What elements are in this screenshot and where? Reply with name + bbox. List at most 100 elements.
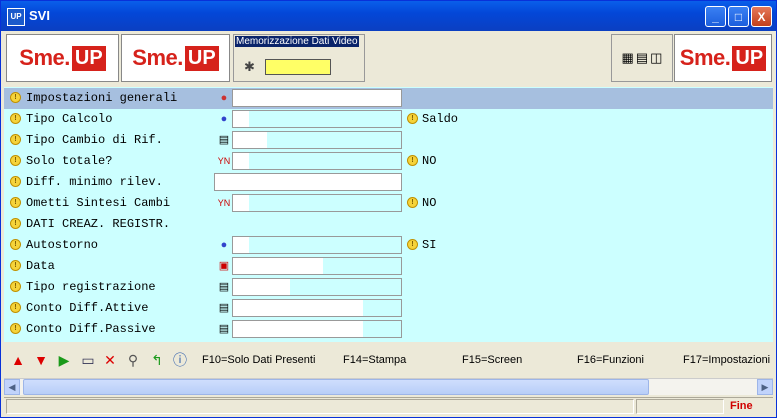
smeup-logo-2[interactable]: Sme. UP: [121, 34, 230, 82]
application-window: UP SVI _ □ X Sme. UP Sme. UP Memorizzazion…: [0, 0, 777, 418]
section-label: DATI CREAZ. REGISTR.: [26, 217, 171, 231]
logo-text-sme: Sme.: [132, 45, 183, 70]
field-label: Impostazioni generali: [26, 91, 178, 105]
info-icon: !: [407, 239, 418, 250]
only-total-field[interactable]: [232, 152, 402, 170]
list-icon[interactable]: ▤: [216, 300, 232, 316]
omit-synthesis-field[interactable]: [232, 194, 402, 212]
info-icon: !: [10, 323, 21, 334]
general-settings-field[interactable]: [232, 89, 402, 107]
field-label: Conto Diff.Passive: [26, 322, 156, 336]
info-icon: !: [10, 176, 21, 187]
multi-select-icon[interactable]: ●: [216, 90, 232, 106]
info-icon: !: [10, 134, 21, 145]
play-icon[interactable]: ▶: [56, 352, 72, 368]
memo-input[interactable]: [265, 59, 331, 75]
command-toolbar: ▲ ▼ ▶ ▭ ✕ ⚲ ↰ ⓘ F10=Solo Dati Presenti F…: [4, 344, 773, 376]
registration-type-field[interactable]: [232, 278, 402, 296]
form-row[interactable]: ! Ometti Sintesi Cambi YN ! NO: [4, 193, 773, 214]
return-icon[interactable]: ↰: [149, 352, 165, 368]
form-row[interactable]: ! Tipo Cambio di Rif. ▤: [4, 130, 773, 151]
arrow-down-icon[interactable]: ▼: [33, 352, 49, 368]
book-icon[interactable]: ◫: [650, 50, 662, 66]
info-icon[interactable]: ⓘ: [172, 352, 188, 368]
form-row[interactable]: ! Data ▣: [4, 256, 773, 277]
fkey-f14[interactable]: F14=Stampa: [343, 354, 406, 366]
form-row[interactable]: ! Conto Diff.Attive ▤: [4, 298, 773, 319]
date-field[interactable]: [232, 257, 402, 275]
info-icon: !: [10, 302, 21, 313]
smeup-logo[interactable]: Sme. UP: [6, 34, 119, 82]
parameters-form: ! Impostazioni generali ● ! Tipo Calcolo…: [4, 87, 773, 342]
info-icon: !: [10, 218, 21, 229]
form-row[interactable]: ! Impostazioni generali ●: [4, 88, 773, 109]
list-icon[interactable]: ▤: [216, 321, 232, 337]
min-diff-field[interactable]: [214, 173, 402, 191]
info-icon: !: [10, 155, 21, 166]
form-row[interactable]: ! Tipo Calcolo ● ! Saldo: [4, 109, 773, 130]
logo-text-sme: Sme.: [679, 45, 731, 70]
horizontal-scrollbar[interactable]: ◀ ▶: [4, 378, 773, 395]
title-bar[interactable]: UP SVI _ □ X: [1, 1, 776, 31]
multi-select-icon[interactable]: ●: [216, 237, 232, 253]
calendar-icon[interactable]: ▣: [216, 258, 232, 274]
info-icon: !: [10, 113, 21, 124]
fkey-f16[interactable]: F16=Funzioni: [577, 354, 644, 366]
app-icon: UP: [7, 8, 25, 26]
form-row[interactable]: ! Tipo registrazione ▤: [4, 277, 773, 298]
fkey-f17[interactable]: F17=Impostazioni: [683, 354, 770, 366]
form-row[interactable]: ! Autostorno ● ! SI: [4, 235, 773, 256]
cancel-icon[interactable]: ✕: [102, 352, 118, 368]
active-diff-account-field[interactable]: [232, 299, 402, 317]
field-label: Diff. minimo rilev.: [26, 175, 163, 189]
close-button[interactable]: X: [751, 6, 772, 27]
field-label: Tipo Cambio di Rif.: [26, 133, 163, 147]
list-icon[interactable]: ▤: [216, 132, 232, 148]
minimize-button[interactable]: _: [705, 6, 726, 27]
memo-label: Memorizzazione Dati Video: [235, 36, 359, 47]
exchange-type-field[interactable]: [232, 131, 402, 149]
maximize-button[interactable]: □: [728, 6, 749, 27]
autostorno-field[interactable]: [232, 236, 402, 254]
eraser-icon[interactable]: ▭: [80, 352, 96, 368]
gear-icon[interactable]: ✱: [244, 59, 255, 75]
scroll-left-icon[interactable]: ◀: [4, 379, 20, 395]
form-row[interactable]: ! Diff. minimo rilev.: [4, 172, 773, 193]
info-icon: !: [10, 197, 21, 208]
fkey-f15[interactable]: F15=Screen: [462, 354, 522, 366]
info-icon: !: [10, 260, 21, 271]
info-icon: !: [407, 197, 418, 208]
info-icon: !: [407, 155, 418, 166]
info-icon: !: [10, 281, 21, 292]
calc-type-field[interactable]: [232, 110, 402, 128]
scroll-right-icon[interactable]: ▶: [757, 379, 773, 395]
memo-panel: Memorizzazione Dati Video ✱: [233, 34, 365, 82]
search-icon[interactable]: ⚲: [125, 352, 141, 368]
field-label: Solo totale?: [26, 154, 113, 168]
form-row[interactable]: ! Conto Diff.Passive ▤: [4, 319, 773, 340]
yes-no-icon[interactable]: YN: [216, 153, 232, 169]
yes-no-icon[interactable]: YN: [216, 195, 232, 211]
field-value: SI: [422, 238, 437, 252]
smeup-logo-3[interactable]: Sme. UP: [674, 34, 772, 82]
info-icon: !: [10, 92, 21, 103]
status-cell: [6, 399, 634, 414]
scroll-thumb[interactable]: [23, 379, 649, 395]
field-label: Tipo Calcolo: [26, 112, 113, 126]
logo-text-up: UP: [184, 45, 219, 71]
header-panel: Sme. UP Sme. UP Memorizzazione Dati Video …: [4, 32, 773, 84]
form-row[interactable]: ! Solo totale? YN ! NO: [4, 151, 773, 172]
arrow-up-icon[interactable]: ▲: [10, 352, 26, 368]
window-title: SVI: [29, 8, 50, 23]
field-label: Ometti Sintesi Cambi: [26, 196, 171, 210]
list-icon[interactable]: ▤: [216, 279, 232, 295]
info-icon: !: [10, 239, 21, 250]
palette-icon[interactable]: ▦: [622, 50, 634, 66]
passive-diff-account-field[interactable]: [232, 320, 402, 338]
field-value: NO: [422, 154, 437, 168]
document-icon[interactable]: ▤: [636, 50, 648, 66]
multi-select-icon[interactable]: ●: [216, 111, 232, 127]
status-bar: Fine: [4, 397, 773, 416]
info-icon: !: [407, 113, 418, 124]
fkey-f10[interactable]: F10=Solo Dati Presenti: [202, 354, 315, 366]
